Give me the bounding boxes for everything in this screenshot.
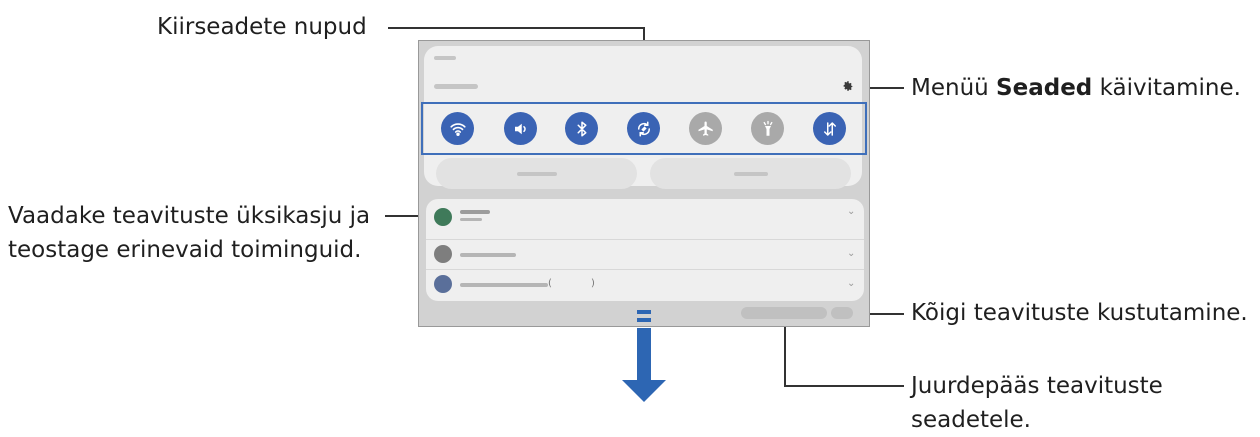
status-text-placeholder [434,56,456,60]
callout-notif-settings: Juurdepääs teavituste seadetele. [911,373,1163,433]
data-arrows-icon[interactable] [813,112,846,145]
notification-settings-button[interactable] [741,307,827,319]
chevron-down-icon[interactable]: ⌄ [847,279,855,289]
notification-subtitle-placeholder [460,218,482,221]
flashlight-icon[interactable] [751,112,784,145]
gear-icon[interactable] [842,80,854,94]
clear-all-button[interactable] [831,307,853,319]
chevron-down-icon[interactable]: ⌄ [847,207,855,217]
wifi-icon[interactable] [441,112,474,145]
arrow-stem [637,328,651,380]
list-item[interactable] [426,199,864,239]
media-output-label [733,171,768,176]
notification-title-placeholder [460,253,516,257]
chevron-down-icon[interactable]: ⌄ [847,249,855,259]
callout-settings: Menüü Seaded käivitamine. [911,75,1241,101]
arrow-dash [637,318,651,322]
callout-line-notif-settings [784,385,904,387]
app-icon [434,245,452,263]
bolt-icon [434,275,452,293]
bluetooth-icon[interactable] [565,112,598,145]
device-control-button[interactable] [436,158,637,189]
arrow-dash [637,310,651,314]
speaker-icon[interactable] [504,112,537,145]
callout-clear-all: Kõigi teavituste kustutamine. [911,300,1248,326]
calendar-app-icon [434,208,452,226]
callout-quick-buttons: Kiirseadete nupud [157,14,367,40]
notification-detail-bracket: ( [548,278,552,289]
callout-line-quick-buttons [388,27,644,29]
callout-details: Vaadake teavituste üksikasju ja teostage… [8,203,371,263]
date-text-placeholder [434,84,478,89]
notification-title-placeholder [460,283,548,287]
airplane-icon[interactable] [689,112,722,145]
arrow-down-icon [622,380,666,402]
device-control-label [516,171,557,176]
notification-detail-bracket: ) [591,278,595,289]
notification-title-placeholder [460,210,490,214]
rotate-icon[interactable] [627,112,660,145]
media-output-button[interactable] [650,158,851,189]
